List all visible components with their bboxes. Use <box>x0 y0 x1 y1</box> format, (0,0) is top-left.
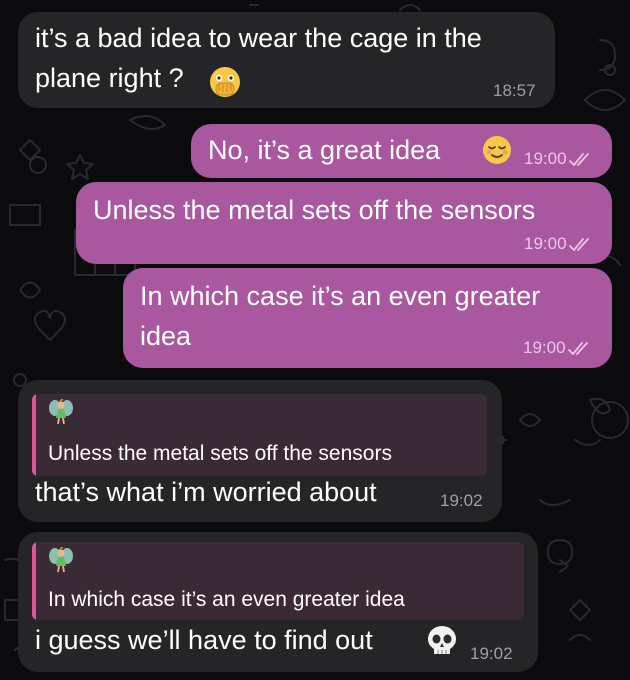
fairy-emoji-icon <box>49 547 73 573</box>
message-time: 19:02 <box>440 491 483 510</box>
message-text: plane right ? <box>35 63 184 93</box>
message-meta: 19:00 <box>524 234 591 254</box>
message-bubble-outgoing[interactable]: In which case it’s an even greater idea … <box>123 268 612 368</box>
message-meta: 19:00 <box>524 149 591 169</box>
message-time: 19:02 <box>470 644 513 663</box>
reply-quote-text: Unless the metal sets off the sensors <box>48 442 392 465</box>
reply-quote-text: In which case it’s an even greater idea <box>48 588 405 611</box>
message-bubble-outgoing[interactable]: Unless the metal sets off the sensors 19… <box>76 182 612 264</box>
message-time: 19:00 <box>524 149 567 168</box>
message-text: that’s what i’m worried about <box>35 477 377 507</box>
message-time: 18:57 <box>493 81 536 100</box>
reply-accent-bar <box>32 394 36 476</box>
reply-accent-bar <box>32 542 36 620</box>
message-bubble-incoming[interactable]: In which case it’s an even greater idea … <box>18 532 538 672</box>
message-text: Unless the metal sets off the sensors <box>93 195 536 225</box>
message-bubble-outgoing[interactable]: No, it’s a great idea 19:00 <box>191 124 612 178</box>
face-with-open-eyes-and-hand-over-mouth-icon <box>210 67 240 97</box>
reply-quote[interactable]: Unless the metal sets off the sensors <box>32 394 487 476</box>
message-bubble-incoming[interactable]: it’s a bad idea to wear the cage in the … <box>18 12 555 108</box>
message-text: it’s a bad idea to wear the cage in the <box>35 23 482 53</box>
double-check-read-icon <box>568 153 589 166</box>
message-time: 19:00 <box>523 338 566 357</box>
skull-icon <box>428 626 456 654</box>
relieved-face-icon <box>483 136 511 164</box>
fairy-emoji-icon <box>49 399 73 425</box>
message-text: i guess we’ll have to find out <box>35 625 373 655</box>
message-meta: 19:00 <box>523 338 590 358</box>
message-text: No, it’s a great idea <box>208 135 441 165</box>
message-bubble-incoming[interactable]: Unless the metal sets off the sensors th… <box>18 380 502 522</box>
double-check-read-icon <box>568 238 589 251</box>
message-text: In which case it’s an even greater <box>140 281 541 311</box>
reply-quote[interactable]: In which case it’s an even greater idea <box>32 542 524 620</box>
message-text: idea <box>140 321 192 351</box>
double-check-read-icon <box>567 342 588 355</box>
message-time: 19:00 <box>524 234 567 253</box>
